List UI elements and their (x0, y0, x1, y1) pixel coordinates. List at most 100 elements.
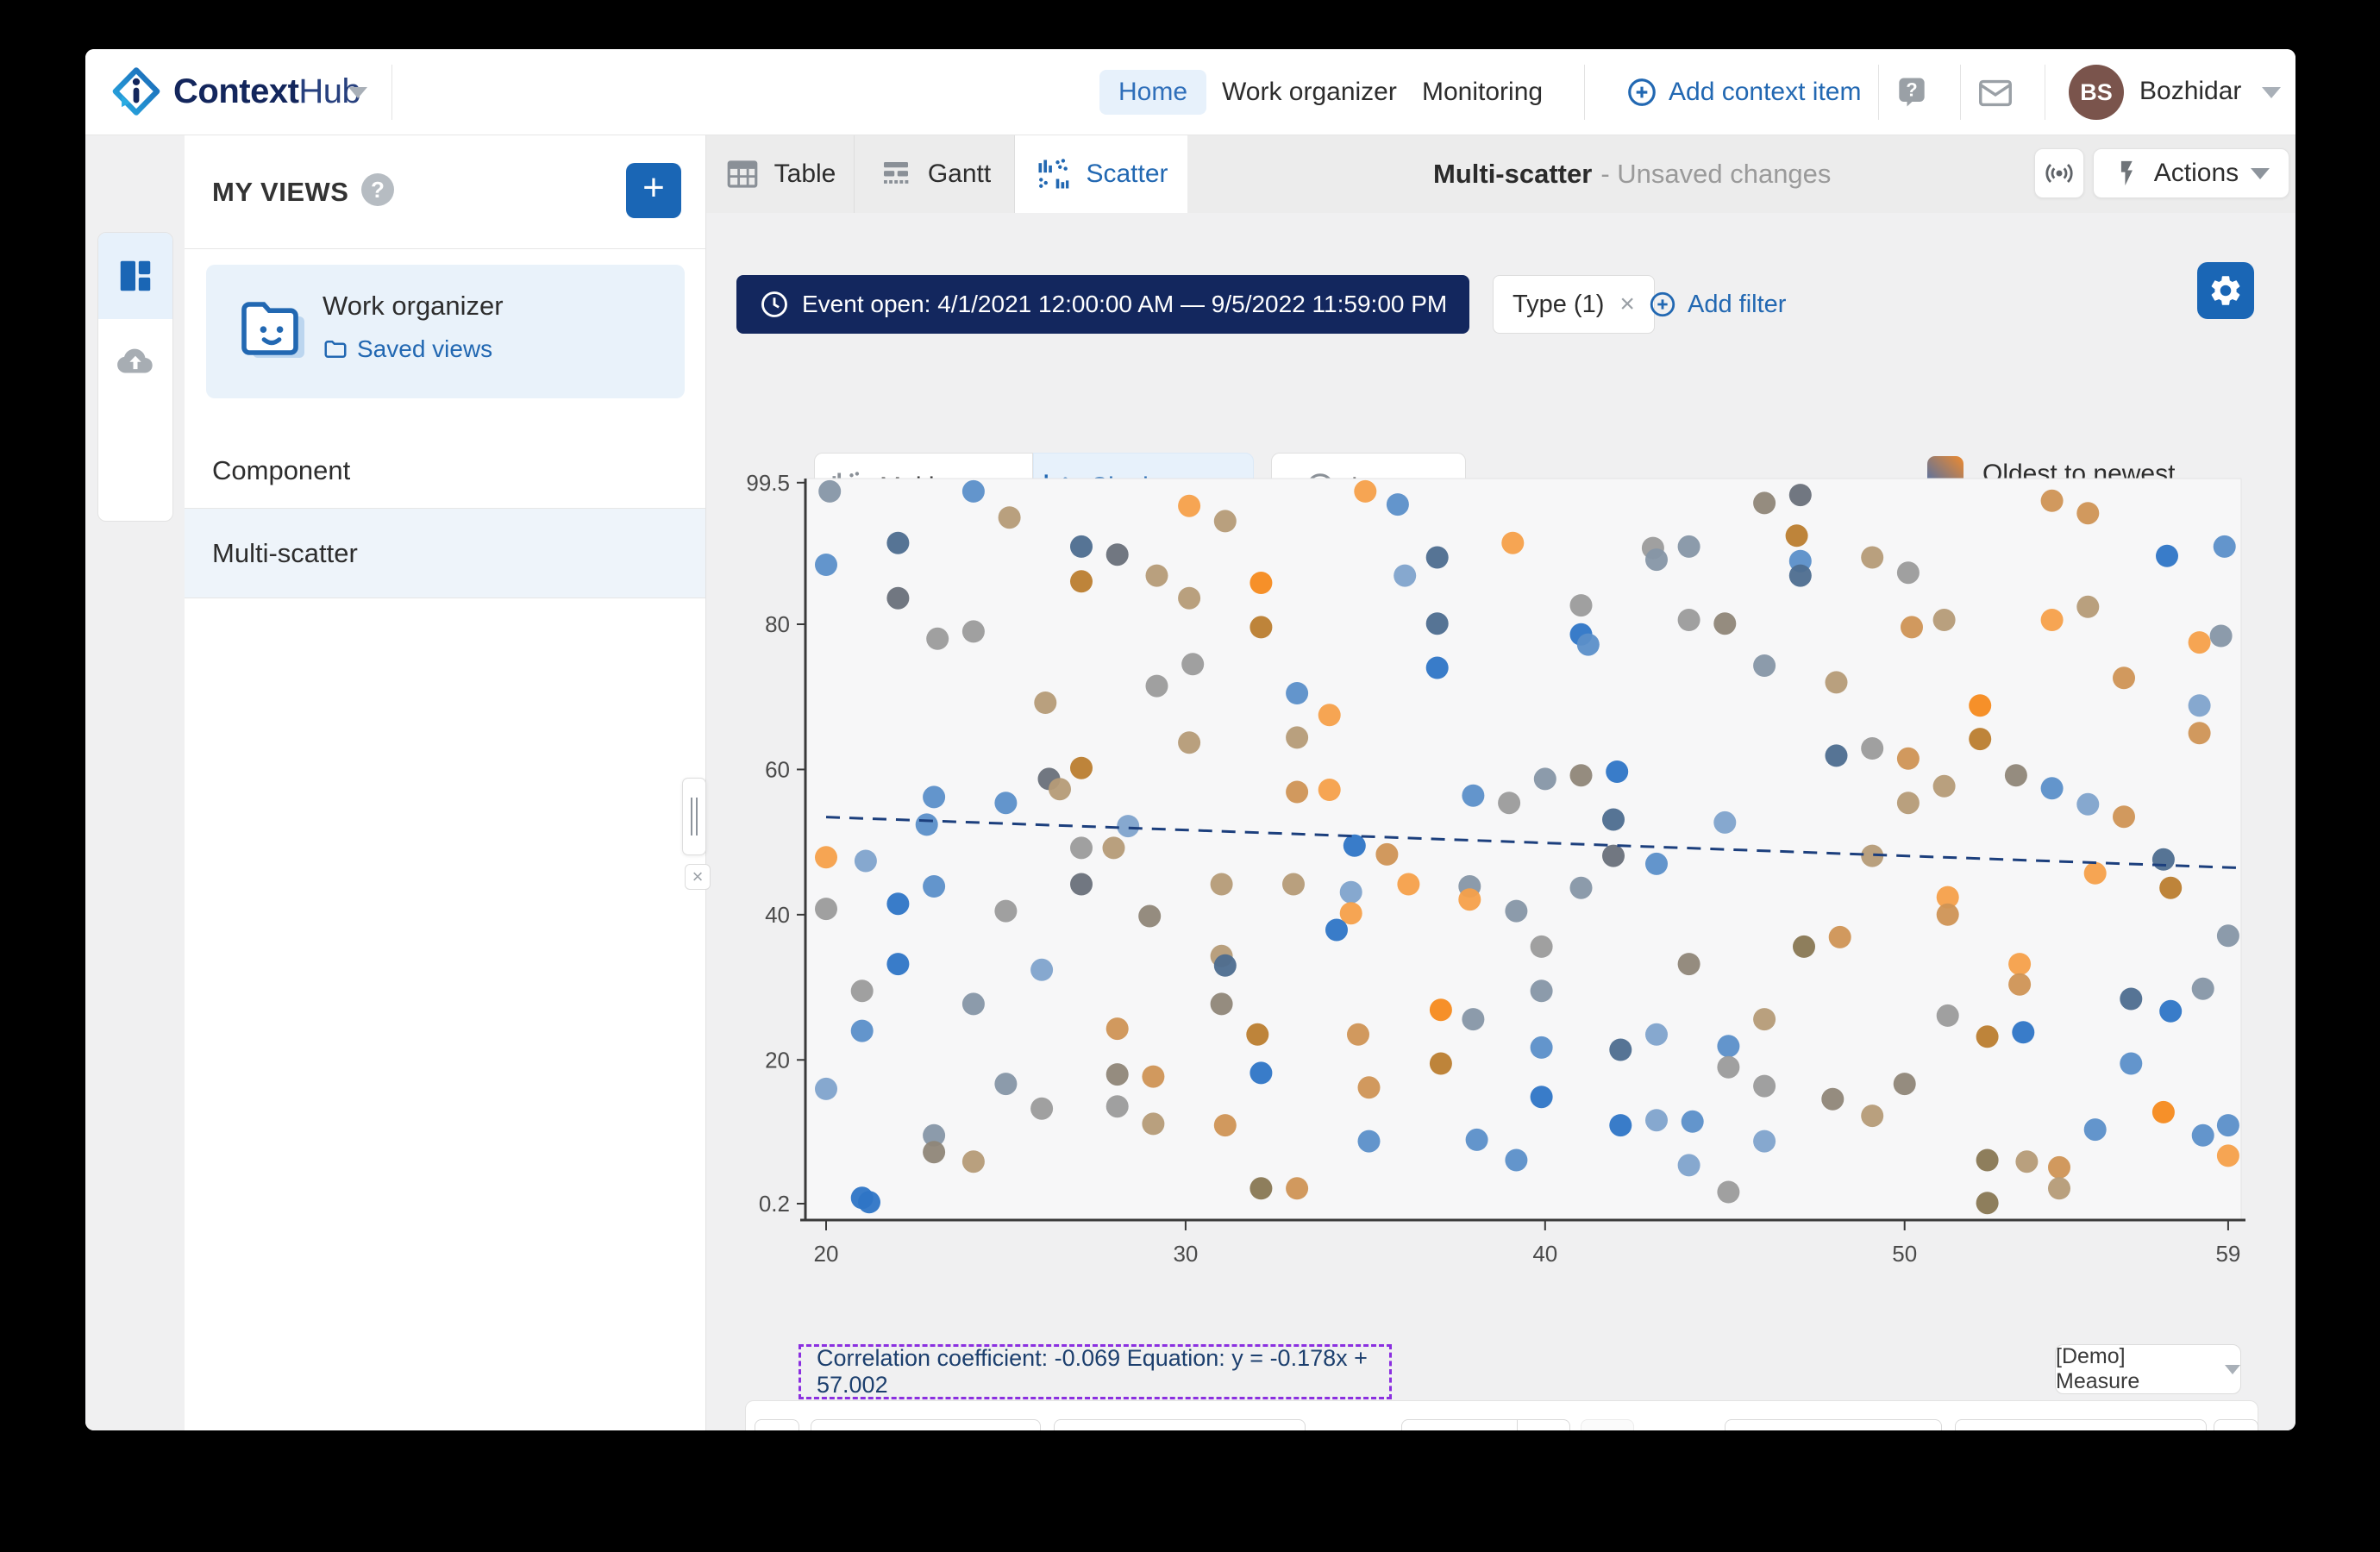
scatter-point[interactable] (2048, 1155, 2070, 1179)
scatter-point[interactable] (1049, 778, 1071, 801)
actions-button[interactable]: Actions (2093, 148, 2289, 198)
scatter-point[interactable] (1753, 1130, 1776, 1153)
scatter-point[interactable] (1246, 1023, 1269, 1046)
chart-settings-button[interactable] (2197, 262, 2254, 319)
scatter-point[interactable] (2083, 861, 2107, 885)
saved-views-link[interactable]: Saved views (323, 335, 492, 363)
scatter-point[interactable] (1645, 548, 1668, 572)
scatter-point[interactable] (1896, 561, 1920, 585)
scatter-point[interactable] (815, 898, 837, 921)
scatter-point[interactable] (1821, 1087, 1845, 1111)
scatter-point[interactable] (1138, 904, 1162, 928)
scatter-point[interactable] (1896, 792, 1920, 815)
scatter-point[interactable] (2004, 764, 2027, 787)
start-date-button[interactable]: 4/1/2021 (811, 1419, 1041, 1430)
event-open-filter-pill[interactable]: Event open: 4/1/2021 12:00:00 AM — 9/5/2… (736, 275, 1470, 334)
nav-tab-home[interactable]: Home (1099, 70, 1207, 115)
scatter-point[interactable] (1425, 612, 1449, 635)
scatter-point[interactable] (961, 620, 985, 643)
scatter-point[interactable] (1429, 998, 1452, 1022)
reset-time-button[interactable] (1581, 1419, 1634, 1430)
scatter-point[interactable] (998, 506, 1021, 529)
scatter-point[interactable] (915, 813, 938, 836)
scatter-point[interactable] (886, 586, 910, 610)
scatter-point[interactable] (1501, 531, 1525, 554)
scatter-point[interactable] (815, 846, 837, 869)
scatter-point[interactable] (2076, 595, 2100, 618)
sidebar-item-component[interactable]: Component (185, 433, 705, 509)
scatter-point[interactable] (1105, 1063, 1129, 1086)
brand[interactable]: ContextHub (111, 66, 361, 116)
scatter-point[interactable] (1932, 774, 1956, 798)
scatter-point[interactable] (1530, 979, 1553, 1003)
scatter-point[interactable] (2216, 924, 2239, 948)
scatter-point[interactable] (1861, 1105, 1884, 1128)
scatter-point[interactable] (1250, 616, 1273, 639)
scatter-point[interactable] (2048, 1177, 2070, 1200)
add-context-item-button[interactable]: Add context item (1625, 70, 1861, 115)
scatter-point[interactable] (1181, 653, 1205, 676)
scatter-point[interactable] (1609, 1038, 1632, 1061)
scatter-point[interactable] (1102, 836, 1125, 860)
scatter-point[interactable] (850, 979, 874, 1003)
scatter-point[interactable] (1343, 834, 1366, 857)
scatter-point[interactable] (1602, 808, 1625, 831)
scatter-point[interactable] (1286, 780, 1309, 804)
scatter-point[interactable] (1677, 1154, 1700, 1177)
sidebar-collapse-button[interactable]: × (685, 864, 711, 890)
scatter-point[interactable] (2120, 987, 2143, 1011)
scatter-point[interactable] (1213, 510, 1237, 533)
scatter-point[interactable] (1178, 731, 1201, 754)
scatter-point[interactable] (2040, 777, 2064, 800)
help-button[interactable]: ? (1893, 73, 1931, 111)
scatter-point[interactable] (923, 785, 946, 809)
scatter-point[interactable] (886, 531, 910, 554)
scatter-point[interactable] (1753, 491, 1776, 515)
scatter-point[interactable] (994, 899, 1018, 923)
work-organizer-card[interactable]: Work organizer Saved views (206, 265, 685, 398)
scatter-point[interactable] (1530, 935, 1553, 958)
scatter-point[interactable] (1717, 1180, 1740, 1204)
scatter-point[interactable] (923, 1141, 946, 1164)
mail-button[interactable] (1976, 73, 2014, 111)
scatter-point[interactable] (1713, 612, 1737, 635)
scatter-point[interactable] (926, 627, 949, 650)
scatter-point[interactable] (1394, 564, 1417, 587)
scatter-point[interactable] (1030, 1097, 1054, 1120)
scatter-chart[interactable]: 99.5 80 60 40 20 0.2 20 30 40 50 59 (745, 472, 2263, 1304)
scatter-point[interactable] (1861, 737, 1884, 760)
scatter-point[interactable] (1936, 1004, 1959, 1027)
plot-area[interactable] (805, 478, 2242, 1221)
start-time-button[interactable]: 12:00:00 AM (1054, 1419, 1306, 1430)
scatter-point[interactable] (2113, 666, 2135, 690)
scatter-point[interactable] (1347, 1023, 1369, 1046)
scatter-point[interactable] (1645, 1023, 1668, 1046)
scatter-point[interactable] (1969, 694, 1992, 717)
scatter-point[interactable] (1425, 656, 1449, 679)
scatter-point[interactable] (994, 1073, 1018, 1096)
scatter-point[interactable] (1901, 616, 1923, 639)
scatter-point[interactable] (2188, 631, 2211, 654)
tab-scatter[interactable]: Scatter (1015, 135, 1187, 213)
scatter-point[interactable] (1677, 609, 1700, 631)
scatter-point[interactable] (1070, 836, 1093, 860)
scatter-point[interactable] (2209, 624, 2233, 648)
scatter-point[interactable] (1569, 764, 1593, 787)
scatter-point[interactable] (1386, 493, 1409, 516)
scatter-point[interactable] (2159, 999, 2183, 1023)
scatter-point[interactable] (1569, 876, 1593, 899)
scatter-point[interactable] (815, 554, 837, 576)
user-avatar[interactable]: BS (2069, 65, 2124, 120)
scatter-point[interactable] (1785, 524, 1808, 548)
scatter-point[interactable] (1753, 654, 1776, 677)
scatter-point[interactable] (1458, 888, 1481, 911)
scatter-point[interactable] (1318, 779, 1341, 801)
y-dimension-dropdown[interactable]: [Demo] Measure (2055, 1344, 2241, 1394)
scatter-point[interactable] (2040, 489, 2064, 512)
scatter-point[interactable] (1397, 873, 1420, 896)
scatter-point[interactable] (961, 479, 985, 503)
tab-gantt[interactable]: Gantt (855, 135, 1015, 213)
scatter-point[interactable] (1606, 760, 1629, 783)
scatter-point[interactable] (923, 875, 946, 898)
scatter-point[interactable] (1286, 726, 1309, 749)
